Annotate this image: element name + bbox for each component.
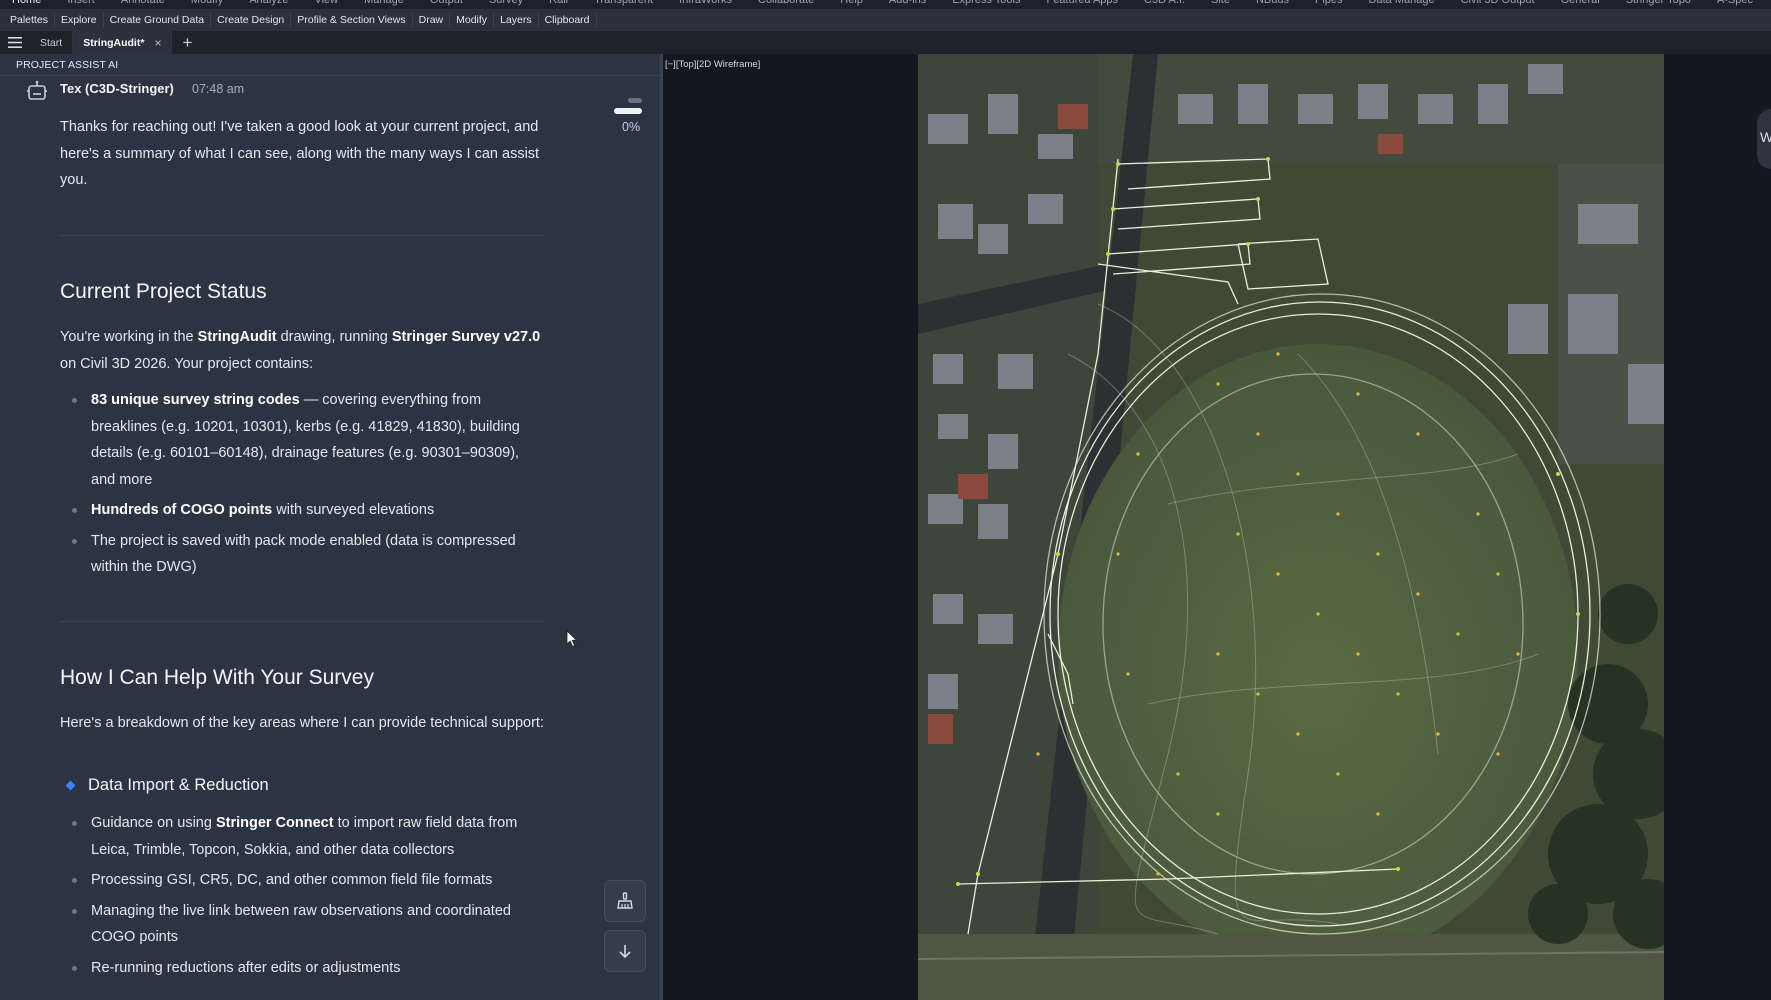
viewcube-letter: W <box>1760 129 1771 145</box>
ribbon-tab[interactable]: Home <box>12 0 41 6</box>
ribbon-tab[interactable]: Express Tools <box>952 0 1020 6</box>
ribbon-panels-bar: Palettes Explore Create Ground Data Create … <box>0 9 1771 31</box>
divider <box>60 621 544 622</box>
data-import-list: Guidance on using Stringer Connect to im… <box>60 810 546 985</box>
panel-button[interactable]: Modify <box>450 13 495 27</box>
panel-button[interactable]: Create Design <box>211 13 292 27</box>
arrow-down-icon <box>619 945 631 959</box>
heading-how-i-can-help: How I Can Help With Your Survey <box>60 666 374 689</box>
intro-message: Thanks for reaching out! I've taken a go… <box>60 119 540 188</box>
status-intro: You're working in the StringAudit drawin… <box>60 324 546 377</box>
add-tab-button[interactable]: + <box>172 33 202 53</box>
status-intro-text-3: on Civil 3D 2026. Your project contains: <box>60 355 314 372</box>
progress-bar <box>614 108 642 114</box>
tab-start[interactable]: Start <box>30 31 74 54</box>
ribbon-tab[interactable]: Transparent <box>594 0 653 6</box>
heading-data-import: Data Import & Reduction <box>88 776 269 794</box>
project-assist-panel: PROJECT ASSIST AI Tex (C3D-Stringer) 07:… <box>0 54 663 1000</box>
ribbon-tab[interactable]: Civil 3D Output <box>1461 0 1535 6</box>
product-version: Stringer Survey v27.0 <box>391 329 541 345</box>
list-item-text: Managing the live link between raw obser… <box>91 902 511 946</box>
list-item: Re-running reductions after edits or adj… <box>60 955 546 982</box>
ribbon-tab[interactable]: Survey <box>489 0 523 6</box>
ribbon-tab[interactable]: InfraWorks <box>679 0 732 6</box>
list-item: Managing the live link between raw obser… <box>60 898 546 951</box>
status-intro-text-1: You're working in the <box>60 329 198 345</box>
drawing-name: StringAudit <box>197 329 277 345</box>
hamburger-icon[interactable] <box>0 31 30 54</box>
drawing-viewport[interactable]: [−][Top][2D Wireframe] W <box>663 54 1771 1000</box>
status-intro-text-2: drawing, running <box>276 329 392 345</box>
ribbon-tab[interactable]: NBuds <box>1256 0 1289 6</box>
list-item: The project is saved with pack mode enab… <box>60 528 546 581</box>
list-item: Guidance on using Stringer Connect to im… <box>60 810 546 863</box>
ribbon-tab[interactable]: Analyze <box>249 0 288 6</box>
message-timestamp: 07:48 am <box>192 82 245 96</box>
mouse-cursor-icon <box>566 630 578 648</box>
clear-chat-button[interactable] <box>604 880 646 922</box>
rail-corridor <box>918 934 1664 1000</box>
ribbon-tab[interactable]: Add-ins <box>889 0 926 6</box>
list-item-text: with surveyed elevations <box>272 502 435 518</box>
ribbon-tab-row: Home Insert Annotate Modify Analyze View Manag… <box>12 0 1771 6</box>
ribbon-tab[interactable]: Annotate <box>121 0 165 6</box>
list-item: Hundreds of COGO points with surveyed el… <box>60 497 546 524</box>
ribbon-tabs: Home Insert Annotate Modify Analyze View Manag… <box>0 0 1771 9</box>
list-item-text: The project is saved with pack mode enab… <box>91 532 516 576</box>
tab-stringaudit[interactable]: StringAudit* × <box>73 31 173 54</box>
panel-title: PROJECT ASSIST AI <box>16 59 119 71</box>
ribbon-tab[interactable]: Insert <box>67 0 95 6</box>
list-item-bold: Stringer Connect <box>215 815 334 831</box>
help-intro: Here's a breakdown of the key areas wher… <box>60 715 544 731</box>
list-item-text: Processing GSI, CR5, DC, and other commo… <box>91 872 493 888</box>
viewport-controls-label[interactable]: [−][Top][2D Wireframe] <box>665 59 760 70</box>
ribbon-tab[interactable]: Help <box>840 0 863 6</box>
status-list: 83 unique survey string codes — covering… <box>60 387 546 585</box>
progress-track <box>628 98 642 103</box>
diamond-bullet-icon <box>65 780 76 791</box>
panel-button[interactable]: Clipboard <box>539 13 597 27</box>
heading-current-status: Current Project Status <box>60 280 267 303</box>
panel-button[interactable]: Draw <box>413 13 451 27</box>
ribbon-tab[interactable]: Collaborate <box>758 0 814 6</box>
ribbon-tab[interactable]: Output <box>430 0 463 6</box>
ribbon-tab[interactable]: View <box>314 0 338 6</box>
panel-button[interactable]: Layers <box>494 13 539 27</box>
sports-field <box>1058 344 1578 964</box>
close-icon[interactable]: × <box>154 36 161 50</box>
list-item-text: Re-running reductions after edits or adj… <box>91 959 401 976</box>
panel-button[interactable]: Create Ground Data <box>104 13 212 27</box>
tab-stringaudit-label: StringAudit* <box>83 36 145 49</box>
robot-icon <box>27 80 47 100</box>
divider <box>60 235 544 236</box>
ribbon-tab[interactable]: General <box>1561 0 1600 6</box>
divider <box>0 75 660 76</box>
ribbon-tab[interactable]: Featured Apps <box>1046 0 1118 6</box>
list-item: Processing GSI, CR5, DC, and other commo… <box>60 867 546 894</box>
document-tabs: Start StringAudit* × + <box>0 31 1771 55</box>
ribbon-tab[interactable]: Rail <box>549 0 568 6</box>
ribbon-tab[interactable]: A-Spec <box>1717 0 1753 6</box>
ribbon-tab[interactable]: Manage <box>364 0 404 6</box>
ribbon-tab[interactable]: Data Manage <box>1369 0 1435 6</box>
scroll-to-bottom-button[interactable] <box>604 930 646 972</box>
viewcube-edge[interactable]: W <box>1757 109 1771 169</box>
ribbon-tab[interactable]: Pipes <box>1315 0 1343 6</box>
ribbon-tab[interactable]: Stringer Topo <box>1626 0 1691 6</box>
panel-button[interactable]: Explore <box>55 13 104 27</box>
broom-icon <box>617 892 633 909</box>
list-item-pre: Guidance on using <box>91 815 216 831</box>
progress-percent: 0% <box>622 120 641 134</box>
aerial-survey-map[interactable] <box>918 54 1664 1000</box>
ribbon-tab[interactable]: C3D A.I. <box>1144 0 1185 6</box>
ribbon-tab[interactable]: Site <box>1211 0 1230 6</box>
panel-button[interactable]: Palettes <box>0 13 55 27</box>
list-item-bold: 83 unique survey string codes <box>91 392 300 408</box>
sender-name: Tex (C3D-Stringer) <box>60 81 174 96</box>
panel-button[interactable]: Profile & Section Views <box>291 13 413 27</box>
ribbon-tab[interactable]: Modify <box>191 0 223 6</box>
list-item: 83 unique survey string codes — covering… <box>60 387 546 493</box>
list-item-bold: Hundreds of COGO points <box>91 502 273 518</box>
